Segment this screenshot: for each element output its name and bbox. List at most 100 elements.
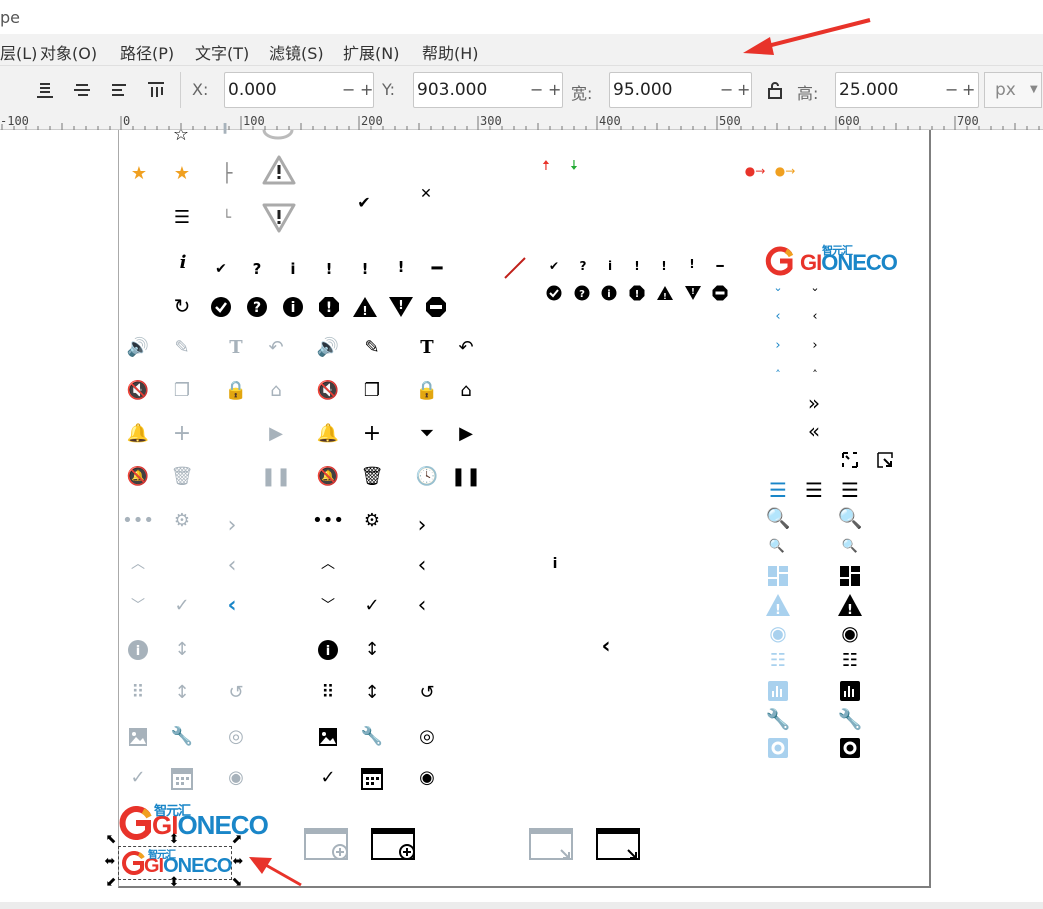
exclamation-icon: ! [361,259,369,278]
svg-text:!: ! [362,304,367,318]
vertical-resize-icon: ↕ [364,682,380,703]
resize-handle-top-left[interactable]: ⬉ [104,832,118,846]
eye-icon: ◉ [841,621,859,645]
chevron-right-icon: › [775,337,781,353]
align-left-icon[interactable] [107,78,131,102]
ruler-label: 500 [719,114,741,128]
ruler-label: 0 [123,114,131,128]
exclamation-icon: ! [661,259,667,273]
g-logo-mark [122,851,145,875]
search-icon: 🔍 [837,506,863,530]
list-icon: ☰ [805,478,823,502]
resize-handle-bottom-right[interactable]: ⬊ [230,875,244,889]
drawing-canvas[interactable]: ☆ ╹ ★ ★ ├ 🠅 🠇 ●→ ●→ ☰ └ ✔ ✕ i ✔ ? i ! ! … [0,124,1043,906]
lock-ratio-icon[interactable] [763,78,787,102]
annotation-arrow-bottom [249,857,302,887]
ruler-label: 300 [480,114,502,128]
ruler-label: 400 [599,114,621,128]
align-middle-icon[interactable] [70,78,94,102]
height-decrement-button[interactable]: − [945,80,958,99]
height-label: 高: [797,84,819,103]
chevron-down-icon: ⌄ [810,280,820,294]
menu-filters[interactable]: 滤镜(S) [269,40,324,64]
title-bar: pe [0,0,1043,34]
gioneco-logo: GIONECO 智元汇 [764,244,914,278]
window-resize-icon [529,828,573,860]
logo-cn-text: 智元汇 [154,803,191,818]
warning-outline-icon [262,155,296,185]
svg-text:!: ! [691,287,695,296]
svg-text:i: i [291,300,296,316]
warning-filled-icon: ! [766,594,790,617]
bell-icon: 🔔 [316,423,340,444]
g-logo-mark [765,246,794,276]
double-chevron-left-icon: « [807,419,821,443]
status-bar [0,902,1043,909]
history-icon: ↺ [419,682,435,703]
width-label: 宽: [571,84,593,103]
text-icon: T [420,337,434,358]
tool-controls-bar: X: 0.000 − + Y: 903.000 − + 宽: 95.000 − … [0,66,1043,114]
chevron-down-icon: ⌄ [773,280,783,294]
play-icon: ▶ [459,423,473,444]
annotation-arrow-top [743,18,871,55]
chevron-left-icon: ‹ [227,593,237,618]
menu-text[interactable]: 文字(T) [195,40,249,64]
vertical-resize-icon: ↕ [174,639,190,660]
align-bottom-icon[interactable] [33,78,57,102]
info-small-icon: i [607,259,613,273]
resize-handle-bottom-left[interactable]: ⬋ [104,875,118,889]
width-increment-button[interactable]: + [737,80,750,99]
home-icon: ⌂ [270,380,282,401]
star-icon: ★ [130,163,148,184]
x-increment-button[interactable]: + [360,80,373,99]
question-circle-icon: ? [247,297,267,317]
resize-handle-left[interactable]: ⬌ [102,854,118,868]
chevron-left-icon: ‹ [227,553,237,578]
y-increment-button[interactable]: + [548,80,561,99]
g-logo-mark [119,806,152,840]
height-increment-button[interactable]: + [962,80,975,99]
x-decrement-button[interactable]: − [342,80,355,99]
svg-text:i: i [326,644,330,659]
menu-object[interactable]: 对象(O) [40,40,97,64]
width-decrement-button[interactable]: − [720,80,733,99]
alert-octagon-icon: ! [319,297,339,317]
more-icon: ••• [122,510,154,531]
vertical-resize-icon: ↕ [364,639,380,660]
menu-path[interactable]: 路径(P) [120,40,174,64]
x-label: X: [192,80,209,99]
y-decrement-button[interactable]: − [530,80,543,99]
plus-icon: + [172,421,192,446]
align-top-icon[interactable] [144,78,168,102]
double-chevron-right-icon: » [807,391,821,415]
expand-icon [877,452,893,468]
resize-handle-right[interactable]: ⬌ [230,854,246,868]
gear-icon: ⚙ [363,510,381,531]
trash-icon: 🗑 [170,466,194,487]
ruler-label: -100 [0,114,29,128]
resize-handle-top[interactable]: ⬍ [167,832,181,846]
menu-extensions[interactable]: 扩展(N) [343,40,399,64]
corner-icon: ╹ [219,124,231,145]
drag-handle-icon: ⠿ [321,682,335,703]
circle-partial-icon [262,130,294,140]
warning-down-outline-icon [262,203,296,233]
window-resize-icon [596,828,640,860]
menu-layer[interactable]: 层(L) [0,40,37,64]
info-small-icon: i [552,556,558,572]
gear-icon: ⚙ [173,510,191,531]
undo-icon: ↶ [268,337,284,358]
history-icon: ↺ [228,682,244,703]
volume-icon: 🔊 [316,337,340,358]
mute-icon: 🔇 [316,380,340,401]
calendar-icon [361,768,383,790]
chevron-up-icon: ︿ [131,556,145,572]
resize-handle-top-right[interactable]: ⬈ [230,832,244,846]
eye-off-icon: ◎ [419,726,435,747]
svg-text:!: ! [663,292,667,301]
resize-handle-bottom[interactable]: ⬍ [167,875,181,889]
svg-text:!: ! [326,300,332,316]
menu-help[interactable]: 帮助(H) [422,40,479,64]
ruler-label: 200 [361,114,383,128]
